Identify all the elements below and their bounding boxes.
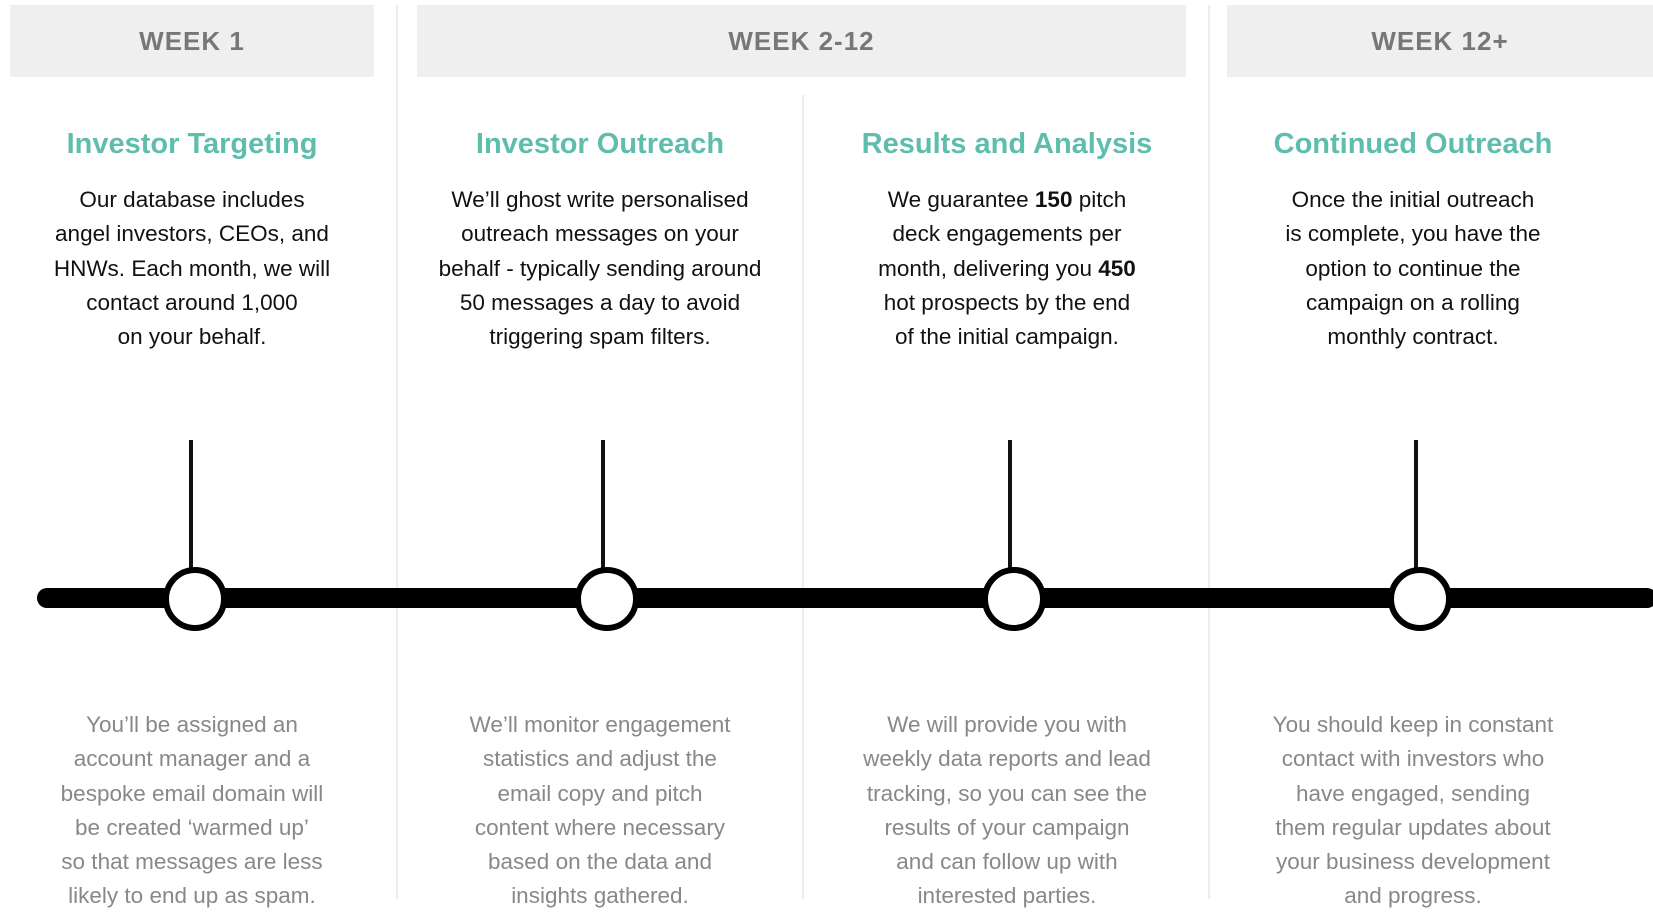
stage-detail: You’ll be assigned an account manager an… xyxy=(20,708,364,914)
stage-title: Results and Analysis xyxy=(861,128,1153,160)
description-line: angel investors, CEOs, and xyxy=(55,221,329,247)
description-line: outreach messages on your xyxy=(461,221,739,247)
description-line: We’ll ghost write personalised xyxy=(451,187,749,212)
text-run: pitch xyxy=(1072,187,1127,212)
description-line: HNWs. Each month, we will xyxy=(53,255,331,281)
stage-description: Once the initial outreach is complete, y… xyxy=(1258,183,1568,354)
detail-line: account manager and a xyxy=(73,746,311,772)
text-run: hot prospects by the end xyxy=(883,289,1131,315)
detail-line: We’ll monitor engagement xyxy=(469,712,731,737)
description-line: is complete, you have the xyxy=(1285,221,1541,247)
description-line: deck engagements per xyxy=(830,217,1184,251)
hot-prospects-value: 450 xyxy=(1098,255,1136,281)
divider-3 xyxy=(1208,5,1210,899)
text-run: month, delivering you xyxy=(878,255,1099,281)
detail-line: based on the data and xyxy=(488,849,712,875)
description-line: behalf - typically sending around xyxy=(438,255,762,281)
stage-title: Investor Targeting xyxy=(66,128,318,160)
stage-results-and-analysis: Results and Analysis We guarantee 150 pi… xyxy=(830,0,1184,919)
stage-continued-outreach: Continued Outreach Once the initial outr… xyxy=(1258,0,1568,919)
stage-investor-targeting: Investor Targeting Our database includes… xyxy=(20,0,364,919)
detail-line: insights gathered. xyxy=(511,883,689,909)
stage-detail: We will provide you with weekly data rep… xyxy=(830,708,1184,914)
detail-line: bespoke email domain will xyxy=(60,780,324,806)
description-line: month, delivering you 450 xyxy=(830,252,1184,286)
description-line: of the initial campaign. xyxy=(830,320,1184,354)
description-line: We guarantee 150 pitch xyxy=(830,183,1184,217)
detail-line: have engaged, sending xyxy=(1296,780,1530,806)
detail-line: results of your campaign xyxy=(884,814,1130,840)
detail-line: interested parties. xyxy=(917,883,1097,909)
divider-2 xyxy=(802,95,804,899)
detail-line: them regular updates about xyxy=(1275,814,1551,840)
detail-line: statistics and adjust the xyxy=(483,746,717,772)
detail-line: content where necessary xyxy=(474,814,726,840)
detail-line: and progress. xyxy=(1344,883,1482,909)
detail-line: be created ‘warmed up’ xyxy=(75,814,309,840)
guaranteed-engagements-value: 150 xyxy=(1034,187,1073,212)
detail-line: We will provide you with xyxy=(887,712,1127,737)
detail-line: likely to end up as spam. xyxy=(68,883,316,909)
detail-line: your business development xyxy=(1276,849,1550,875)
description-line: contact around 1,000 xyxy=(86,289,298,315)
detail-line: You should keep in constant xyxy=(1272,712,1554,737)
description-line: 50 messages a day to avoid xyxy=(459,289,741,315)
text-run: We guarantee xyxy=(887,187,1035,212)
detail-line: and can follow up with xyxy=(896,849,1118,875)
description-line: monthly contract. xyxy=(1327,324,1499,350)
description-line: hot prospects by the end xyxy=(830,286,1184,320)
description-line: triggering spam filters. xyxy=(489,324,711,350)
detail-line: weekly data reports and lead xyxy=(863,746,1151,772)
stage-description: We guarantee 150 pitch deck engagements … xyxy=(830,183,1184,354)
detail-line: You’ll be assigned an xyxy=(86,712,298,737)
text-run: deck engagements per xyxy=(892,221,1122,247)
detail-line: contact with investors who xyxy=(1281,746,1545,772)
description-line: Once the initial outreach xyxy=(1291,187,1535,212)
divider-1 xyxy=(396,5,398,899)
stage-title: Investor Outreach xyxy=(475,128,725,160)
stage-description: Our database includes angel investors, C… xyxy=(20,183,364,354)
stage-investor-outreach: Investor Outreach We’ll ghost write pers… xyxy=(420,0,780,919)
detail-line: email copy and pitch xyxy=(497,780,703,806)
stage-detail: We’ll monitor engagement statistics and … xyxy=(420,708,780,914)
description-line: campaign on a rolling xyxy=(1306,289,1520,315)
text-run: of the initial campaign. xyxy=(895,324,1119,350)
stage-detail: You should keep in constant contact with… xyxy=(1258,708,1568,914)
description-line: on your behalf. xyxy=(117,324,267,350)
description-line: option to continue the xyxy=(1305,255,1521,281)
stage-description: We’ll ghost write personalised outreach … xyxy=(420,183,780,354)
detail-line: so that messages are less xyxy=(61,849,323,875)
stage-title: Continued Outreach xyxy=(1273,128,1553,160)
description-line: Our database includes xyxy=(79,187,305,212)
detail-line: tracking, so you can see the xyxy=(866,780,1148,806)
